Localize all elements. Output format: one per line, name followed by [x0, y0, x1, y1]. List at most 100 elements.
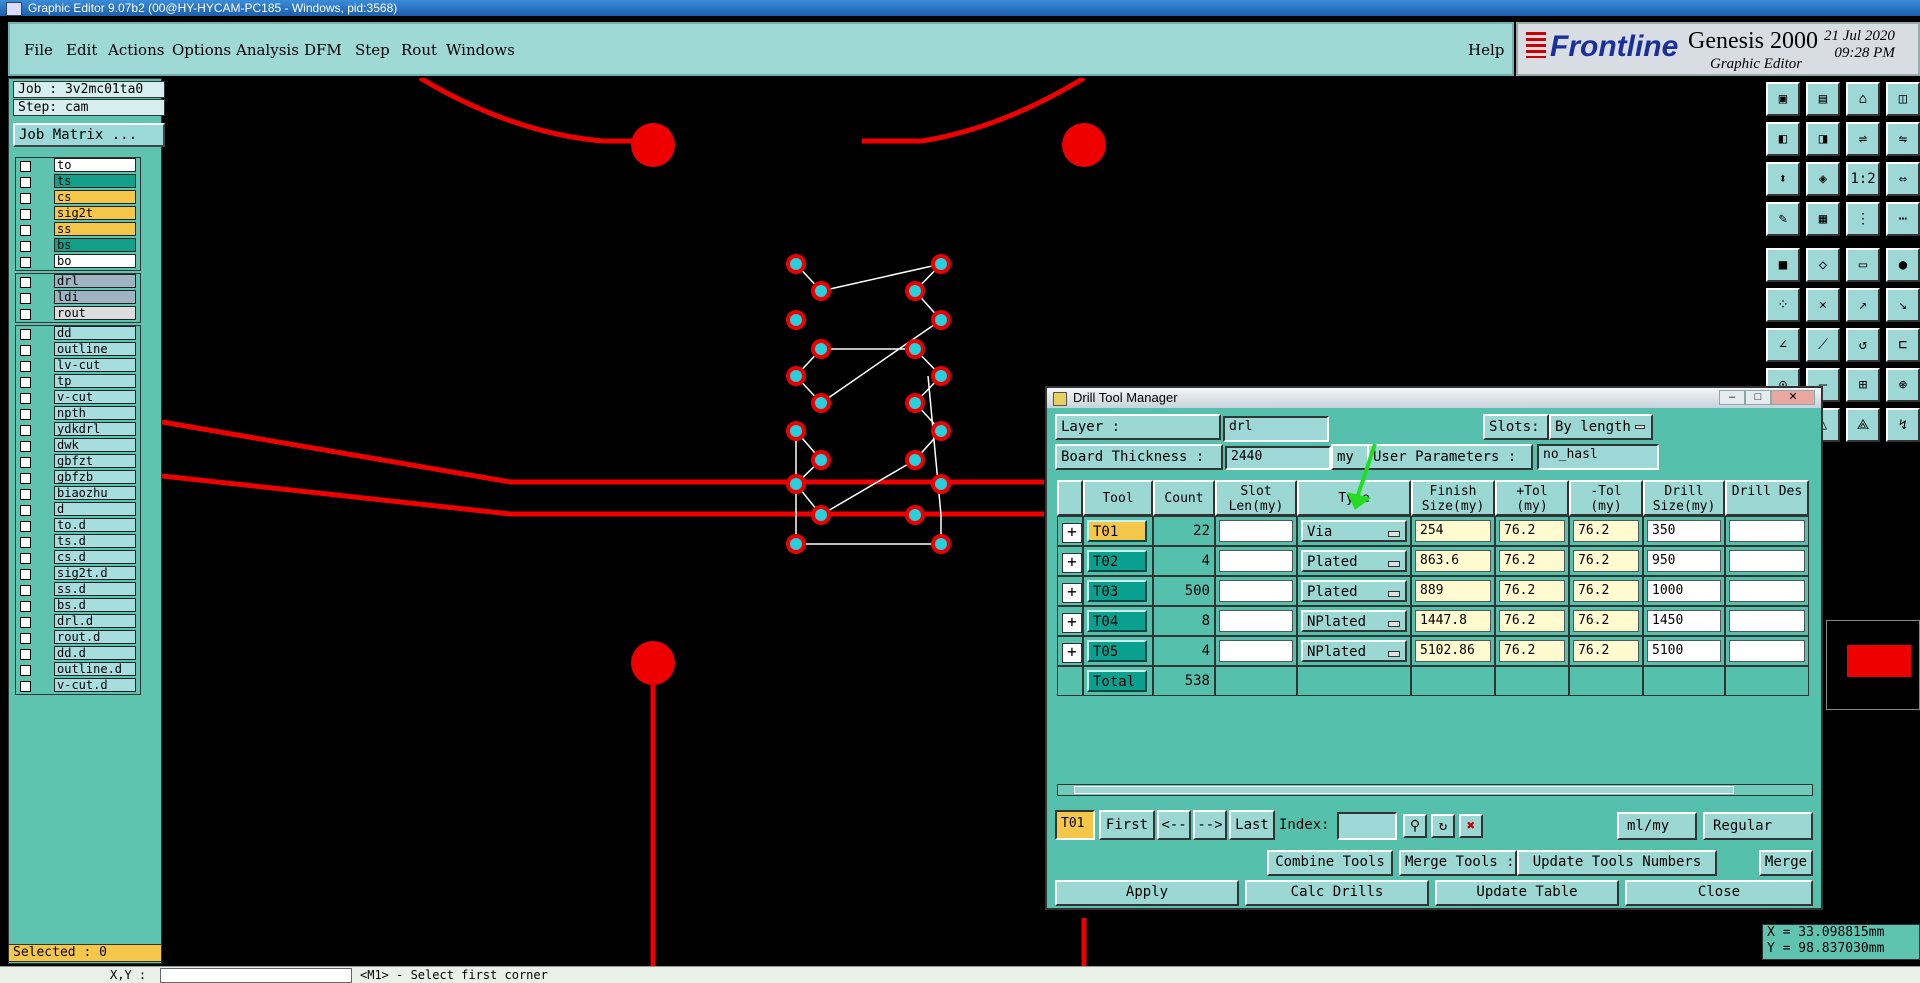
- finish-input[interactable]: 5102.86: [1415, 640, 1491, 662]
- slots-select[interactable]: By length: [1549, 414, 1653, 440]
- layer-name[interactable]: outline.d: [54, 662, 136, 676]
- layer-row[interactable]: bs: [16, 238, 140, 254]
- tool-cell[interactable]: T01: [1083, 516, 1153, 546]
- drill-size-input[interactable]: 950: [1647, 550, 1721, 572]
- layer-name[interactable]: ss.d: [54, 582, 136, 596]
- tool-palette-button[interactable]: ✎: [1766, 202, 1800, 236]
- layer-name[interactable]: ldi: [54, 290, 136, 304]
- ptol-input[interactable]: 76.2: [1499, 520, 1565, 542]
- refresh-icon[interactable]: ↻: [1431, 814, 1455, 838]
- layer-checkbox[interactable]: [20, 177, 31, 188]
- combine-tools-button[interactable]: Combine Tools: [1267, 850, 1393, 876]
- layer-checkbox[interactable]: [20, 225, 31, 236]
- layer-name[interactable]: biaozhu: [54, 486, 136, 500]
- ptol-input[interactable]: 76.2: [1499, 610, 1565, 632]
- tool-palette-button[interactable]: ◧: [1766, 122, 1800, 156]
- type-select[interactable]: Plated: [1301, 580, 1407, 602]
- user-parameters-field[interactable]: no_hasl: [1537, 444, 1659, 470]
- first-button[interactable]: First: [1099, 810, 1155, 840]
- layer-name[interactable]: d: [54, 502, 136, 516]
- ptol-input[interactable]: 76.2: [1499, 550, 1565, 572]
- drill-des-input[interactable]: [1729, 640, 1805, 662]
- layer-checkbox[interactable]: [20, 569, 31, 580]
- tool-palette-button[interactable]: ⇌: [1846, 122, 1880, 156]
- drill-size-input[interactable]: 350: [1647, 520, 1721, 542]
- merge-button[interactable]: Merge: [1759, 850, 1813, 876]
- layer-row[interactable]: drl: [16, 274, 140, 290]
- layer-name[interactable]: npth: [54, 406, 136, 420]
- layer-name[interactable]: rout: [54, 306, 136, 320]
- layer-name[interactable]: bs: [54, 238, 136, 252]
- layer-row[interactable]: ldi: [16, 290, 140, 306]
- units-select[interactable]: ml/my: [1617, 812, 1697, 840]
- close-window-button[interactable]: ✕: [1771, 390, 1815, 405]
- tool-palette-button[interactable]: ⌂: [1846, 82, 1880, 116]
- layer-name[interactable]: outline: [54, 342, 136, 356]
- next-button[interactable]: -->: [1193, 810, 1227, 840]
- tool-button[interactable]: T02: [1087, 550, 1147, 572]
- apply-button[interactable]: Apply: [1055, 880, 1239, 906]
- slot-len-input[interactable]: [1219, 610, 1293, 632]
- layer-row[interactable]: v-cut.d: [16, 678, 140, 694]
- tool-button[interactable]: T05: [1087, 640, 1147, 662]
- layer-name[interactable]: cs: [54, 190, 136, 204]
- merge-tools-select[interactable]: Update Tools Numbers: [1517, 850, 1717, 876]
- menu-actions[interactable]: Actions: [108, 41, 164, 59]
- layer-field[interactable]: drl: [1223, 416, 1329, 442]
- layer-checkbox[interactable]: [20, 361, 31, 372]
- tool-palette-button[interactable]: ⟁: [1846, 408, 1880, 442]
- layer-row[interactable]: ts.d: [16, 534, 140, 550]
- drill-des-input[interactable]: [1729, 520, 1805, 542]
- slot-len-input[interactable]: [1219, 550, 1293, 572]
- layer-checkbox[interactable]: [20, 393, 31, 404]
- layer-row[interactable]: rout: [16, 306, 140, 322]
- layer-name[interactable]: cs.d: [54, 550, 136, 564]
- tool-palette-button[interactable]: ⊏: [1886, 328, 1920, 362]
- menu-step[interactable]: Step: [355, 41, 390, 59]
- layer-row[interactable]: ss.d: [16, 582, 140, 598]
- layer-name[interactable]: ts.d: [54, 534, 136, 548]
- menu-analysis[interactable]: Analysis: [236, 41, 299, 59]
- type-select[interactable]: NPlated: [1301, 610, 1407, 632]
- slot-len-input[interactable]: [1219, 520, 1293, 542]
- layer-row[interactable]: dd.d: [16, 646, 140, 662]
- user-parameters-label[interactable]: User Parameters :: [1367, 444, 1533, 470]
- tool-palette-button[interactable]: ✕: [1806, 288, 1840, 322]
- tool-button[interactable]: T03: [1087, 580, 1147, 602]
- tool-palette-button[interactable]: ◈: [1806, 162, 1840, 196]
- ntol-input[interactable]: 76.2: [1573, 610, 1639, 632]
- tool-palette-button[interactable]: ↺: [1846, 328, 1880, 362]
- layer-checkbox[interactable]: [20, 617, 31, 628]
- layer-checkbox[interactable]: [20, 345, 31, 356]
- tool-palette-button[interactable]: ◇: [1806, 248, 1840, 282]
- layer-name[interactable]: ss: [54, 222, 136, 236]
- menu-dfm[interactable]: DFM: [304, 41, 342, 59]
- layer-checkbox[interactable]: [20, 601, 31, 612]
- layer-checkbox[interactable]: [20, 309, 31, 320]
- tool-palette-button[interactable]: ●: [1886, 248, 1920, 282]
- layer-name[interactable]: ydkdrl: [54, 422, 136, 436]
- last-button[interactable]: Last: [1229, 810, 1275, 840]
- horizontal-scrollbar[interactable]: [1057, 784, 1813, 796]
- menu-windows[interactable]: Windows: [446, 41, 515, 59]
- layer-checkbox[interactable]: [20, 377, 31, 388]
- layer-checkbox[interactable]: [20, 257, 31, 268]
- expand-icon[interactable]: +: [1062, 643, 1082, 663]
- menu-rout[interactable]: Rout: [401, 41, 437, 59]
- tool-palette-button[interactable]: ▭: [1846, 248, 1880, 282]
- job-matrix-button[interactable]: Job Matrix ...: [13, 123, 165, 147]
- layer-checkbox[interactable]: [20, 553, 31, 564]
- tool-button[interactable]: T04: [1087, 610, 1147, 632]
- tool-palette-button[interactable]: ↗: [1846, 288, 1880, 322]
- tool-palette-button[interactable]: ⇔: [1886, 162, 1920, 196]
- layer-row[interactable]: cs: [16, 190, 140, 206]
- tool-palette-button[interactable]: ▤: [1806, 82, 1840, 116]
- layer-name[interactable]: bs.d: [54, 598, 136, 612]
- layer-row[interactable]: lv-cut: [16, 358, 140, 374]
- layer-row[interactable]: ss: [16, 222, 140, 238]
- expand-icon[interactable]: +: [1062, 553, 1082, 573]
- menu-file[interactable]: File: [24, 41, 53, 59]
- tool-palette-button[interactable]: ↯: [1886, 408, 1920, 442]
- tool-palette-button[interactable]: ⊛: [1886, 368, 1920, 402]
- tool-cell[interactable]: T04: [1083, 606, 1153, 636]
